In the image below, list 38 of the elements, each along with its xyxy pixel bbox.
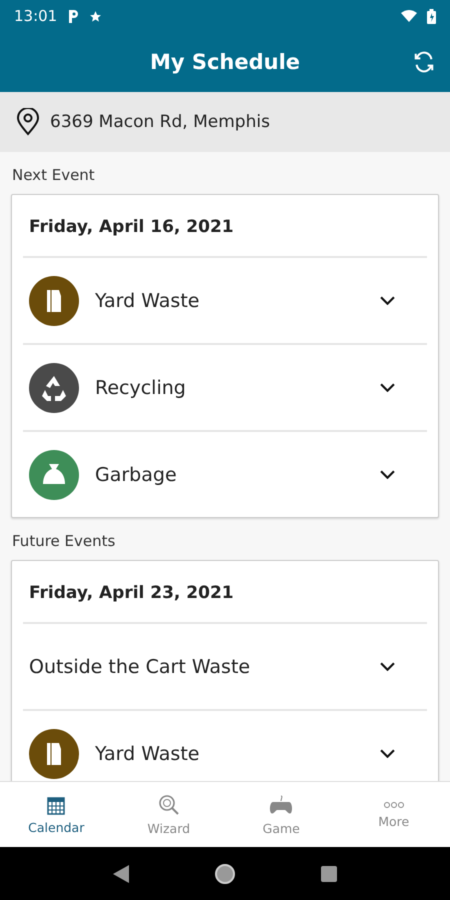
back-icon[interactable]: [112, 864, 129, 882]
battery-icon: [427, 8, 436, 24]
section-heading: Future Events: [11, 531, 116, 552]
bag-icon: [29, 728, 79, 778]
chevron-down-icon: [380, 470, 394, 479]
nav-tab[interactable]: More: [338, 782, 450, 847]
parking-icon: [67, 9, 80, 23]
recycle-icon: [29, 362, 79, 412]
more-icon: [382, 800, 405, 808]
chevron-down-icon: [380, 383, 394, 392]
refresh-icon: [413, 51, 435, 73]
event-date: Friday, April 16, 2021: [23, 195, 427, 258]
nav-tab[interactable]: Wizard: [112, 782, 225, 847]
waste-type-label: Recycling: [95, 376, 187, 398]
event-date: Friday, April 23, 2021: [23, 561, 427, 624]
star-icon: [89, 10, 102, 22]
section-heading: Next Event: [11, 165, 96, 186]
recents-icon[interactable]: [321, 866, 338, 882]
chevron-down-icon: [380, 662, 394, 671]
wifi-icon: [401, 10, 417, 22]
screen-title: My Schedule: [150, 50, 300, 74]
waste-type-label: Outside the Cart Waste: [29, 656, 252, 678]
garbage-bag-icon: [29, 450, 79, 500]
chevron-down-icon: [380, 749, 394, 758]
status-time: 13:01: [14, 7, 58, 25]
calendar-icon: [47, 794, 66, 814]
chevron-down-icon: [380, 296, 394, 305]
location-pin-icon: [16, 108, 40, 136]
nav-tab[interactable]: Calendar: [0, 782, 112, 847]
waste-type-label: Yard Waste: [95, 742, 200, 764]
waste-type-label: Yard Waste: [95, 290, 200, 312]
home-icon[interactable]: [214, 862, 236, 884]
gamepad-icon: [269, 794, 294, 816]
waste-type-label: Garbage: [95, 464, 178, 486]
search-icon: [158, 794, 180, 816]
address-text: 6369 Macon Rd, Memphis: [50, 112, 270, 132]
nav-tab[interactable]: Game: [225, 782, 338, 847]
bag-icon: [29, 276, 79, 326]
